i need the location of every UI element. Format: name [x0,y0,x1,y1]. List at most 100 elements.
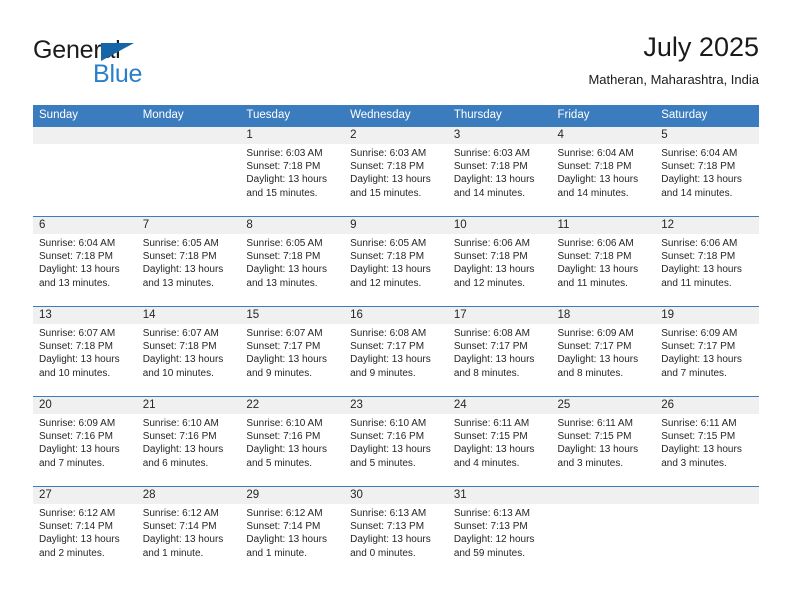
daylight-text-line1: Daylight: 13 hours [557,264,639,276]
calendar-day-cell[interactable]: 6 Sunrise: 6:04 AM Sunset: 7:18 PM Daylight… [33,216,137,307]
day-details: Sunrise: 6:04 AM Sunset: 7:18 PM Daylight:… [33,234,137,290]
daylight-text-line1: Daylight: 13 hours [557,444,639,456]
daylight-text-line1: Daylight: 13 hours [142,444,224,456]
calendar-day-cell[interactable]: 11 Sunrise: 6:06 AM Sunset: 7:18 PM Dayligh… [551,216,656,307]
day-cell-content: 4 Sunrise: 6:04 AM Sunset: 7:18 PM Daylight… [551,127,656,216]
sunset-text: Sunset: 7:18 PM [246,251,321,263]
general-blue-logo[interactable]: General Blue [33,36,243,92]
calendar-day-cell[interactable]: 5 Sunrise: 6:04 AM Sunset: 7:18 PM Daylight… [655,126,759,217]
daylight-text-line1: Daylight: 13 hours [246,174,328,186]
daylight-text-line2: and 2 minutes. [39,547,105,559]
day-details: Sunrise: 6:11 AM Sunset: 7:15 PM Daylight:… [655,414,759,470]
calendar-week-row: 1 Sunrise: 6:03 AM Sunset: 7:18 PM Daylight… [33,126,759,217]
day-details: Sunrise: 6:12 AM Sunset: 7:14 PM Daylight:… [240,504,344,560]
day-cell-content: 8 Sunrise: 6:05 AM Sunset: 7:18 PM Daylight… [240,217,345,306]
calendar-grid: Sunday Monday Tuesday Wednesday Thursday… [33,105,759,577]
day-number: 28 [136,487,241,504]
day-number [136,127,241,144]
sunset-text: Sunset: 7:18 PM [142,251,217,263]
calendar-day-cell[interactable]: 23 Sunrise: 6:10 AM Sunset: 7:16 PM Dayligh… [344,396,448,487]
day-cell-content: 18 Sunrise: 6:09 AM Sunset: 7:17 PM Dayligh… [551,307,656,396]
day-number: 27 [33,487,137,504]
weekday-header-thursday: Thursday [447,105,552,127]
daylight-text-line1: Daylight: 13 hours [661,174,742,186]
day-cell-content: 25 Sunrise: 6:11 AM Sunset: 7:15 PM Dayligh… [551,397,656,486]
calendar-day-cell[interactable]: 8 Sunrise: 6:05 AM Sunset: 7:18 PM Daylight… [240,216,345,307]
calendar-week-row: 27 Sunrise: 6:12 AM Sunset: 7:14 PM Dayligh… [33,486,759,577]
day-details: Sunrise: 6:11 AM Sunset: 7:15 PM Daylight:… [552,414,656,470]
sunrise-text: Sunrise: 6:09 AM [39,418,116,429]
calendar-day-cell[interactable]: 30 Sunrise: 6:13 AM Sunset: 7:13 PM Dayligh… [344,486,448,577]
day-number: 12 [655,217,759,234]
sunset-text: Sunset: 7:17 PM [453,341,528,353]
daylight-text-line1: Daylight: 13 hours [142,264,224,276]
day-details: Sunrise: 6:05 AM Sunset: 7:18 PM Daylight:… [240,234,344,290]
day-cell-content: 26 Sunrise: 6:11 AM Sunset: 7:15 PM Dayligh… [655,397,759,486]
daylight-text-line1: Daylight: 13 hours [39,354,120,366]
day-details: Sunrise: 6:12 AM Sunset: 7:14 PM Daylight:… [33,504,137,560]
sunset-text: Sunset: 7:18 PM [453,161,528,173]
calendar-day-cell[interactable]: 4 Sunrise: 6:04 AM Sunset: 7:18 PM Daylight… [551,126,656,217]
day-number: 25 [551,397,656,414]
calendar-day-cell[interactable]: 27 Sunrise: 6:12 AM Sunset: 7:14 PM Dayligh… [33,486,137,577]
day-details: Sunrise: 6:07 AM Sunset: 7:18 PM Daylight:… [137,324,241,380]
day-details: Sunrise: 6:03 AM Sunset: 7:18 PM Daylight:… [240,144,344,200]
calendar-day-cell[interactable]: 14 Sunrise: 6:07 AM Sunset: 7:18 PM Dayligh… [136,306,241,397]
sunrise-text: Sunrise: 6:10 AM [246,418,323,429]
day-cell-content: 1 Sunrise: 6:03 AM Sunset: 7:18 PM Daylight… [240,127,345,216]
daylight-text-line1: Daylight: 13 hours [39,444,120,456]
daylight-text-line2: and 1 minute. [142,547,204,559]
sunrise-text: Sunrise: 6:05 AM [350,238,427,249]
calendar-day-cell[interactable]: 12 Sunrise: 6:06 AM Sunset: 7:18 PM Dayligh… [655,216,759,307]
day-number: 5 [655,127,759,144]
calendar-day-cell[interactable]: 13 Sunrise: 6:07 AM Sunset: 7:18 PM Dayligh… [33,306,137,397]
day-details: Sunrise: 6:08 AM Sunset: 7:17 PM Daylight:… [448,324,552,380]
calendar-day-cell[interactable]: 1 Sunrise: 6:03 AM Sunset: 7:18 PM Daylight… [240,126,345,217]
calendar-day-cell[interactable]: 22 Sunrise: 6:10 AM Sunset: 7:16 PM Dayligh… [240,396,345,487]
day-cell-content: 19 Sunrise: 6:09 AM Sunset: 7:17 PM Dayligh… [655,307,759,396]
sunset-text: Sunset: 7:18 PM [350,251,425,263]
sunrise-text: Sunrise: 6:04 AM [557,148,634,159]
logo-triangle-icon [101,43,134,61]
day-details: Sunrise: 6:07 AM Sunset: 7:18 PM Daylight:… [33,324,137,380]
calendar-day-cell[interactable]: 10 Sunrise: 6:06 AM Sunset: 7:18 PM Dayligh… [447,216,552,307]
calendar-day-cell[interactable]: 24 Sunrise: 6:11 AM Sunset: 7:15 PM Dayligh… [447,396,552,487]
calendar-day-cell[interactable]: 29 Sunrise: 6:12 AM Sunset: 7:14 PM Dayligh… [240,486,345,577]
day-cell-content [551,487,656,576]
day-number: 17 [447,307,552,324]
sunrise-text: Sunrise: 6:13 AM [453,508,530,519]
calendar-day-cell[interactable]: 20 Sunrise: 6:09 AM Sunset: 7:16 PM Dayligh… [33,396,137,487]
daylight-text-line1: Daylight: 13 hours [453,264,535,276]
calendar-day-cell[interactable]: 7 Sunrise: 6:05 AM Sunset: 7:18 PM Daylight… [136,216,241,307]
page-title: July 2025 [643,32,759,62]
sunset-text: Sunset: 7:16 PM [142,431,217,443]
calendar-day-cell[interactable]: 16 Sunrise: 6:08 AM Sunset: 7:17 PM Dayligh… [344,306,448,397]
calendar-day-cell[interactable]: 26 Sunrise: 6:11 AM Sunset: 7:15 PM Dayligh… [655,396,759,487]
calendar-day-cell[interactable]: 2 Sunrise: 6:03 AM Sunset: 7:18 PM Daylight… [344,126,448,217]
daylight-text-line1: Daylight: 12 hours [453,534,535,546]
daylight-text-line2: and 59 minutes. [453,547,525,559]
weekday-header-tuesday: Tuesday [240,105,345,127]
daylight-text-line2: and 3 minutes. [661,457,727,469]
calendar-day-cell[interactable]: 18 Sunrise: 6:09 AM Sunset: 7:17 PM Dayligh… [551,306,656,397]
calendar-day-cell[interactable]: 9 Sunrise: 6:05 AM Sunset: 7:18 PM Daylight… [344,216,448,307]
sunset-text: Sunset: 7:16 PM [350,431,425,443]
calendar-page: General Blue July 2025 Matheran, Maharas… [0,0,792,612]
calendar-day-cell[interactable]: 31 Sunrise: 6:13 AM Sunset: 7:13 PM Dayligh… [447,486,552,577]
calendar-day-cell[interactable]: 21 Sunrise: 6:10 AM Sunset: 7:16 PM Dayligh… [136,396,241,487]
calendar-day-cell[interactable]: 3 Sunrise: 6:03 AM Sunset: 7:18 PM Daylight… [447,126,552,217]
sunrise-text: Sunrise: 6:08 AM [350,328,427,339]
day-number: 9 [344,217,448,234]
calendar-day-cell[interactable]: 17 Sunrise: 6:08 AM Sunset: 7:17 PM Dayligh… [447,306,552,397]
day-cell-content: 29 Sunrise: 6:12 AM Sunset: 7:14 PM Dayligh… [240,487,345,576]
calendar-day-cell[interactable]: 15 Sunrise: 6:07 AM Sunset: 7:17 PM Dayligh… [240,306,345,397]
daylight-text-line2: and 3 minutes. [557,457,624,469]
sunset-text: Sunset: 7:13 PM [350,521,425,533]
daylight-text-line2: and 14 minutes. [453,187,525,199]
sunrise-text: Sunrise: 6:05 AM [142,238,219,249]
calendar-day-cell[interactable]: 25 Sunrise: 6:11 AM Sunset: 7:15 PM Dayligh… [551,396,656,487]
day-number: 29 [240,487,345,504]
calendar-day-cell[interactable]: 19 Sunrise: 6:09 AM Sunset: 7:17 PM Dayligh… [655,306,759,397]
daylight-text-line1: Daylight: 13 hours [142,354,224,366]
calendar-day-cell[interactable]: 28 Sunrise: 6:12 AM Sunset: 7:14 PM Dayligh… [136,486,241,577]
